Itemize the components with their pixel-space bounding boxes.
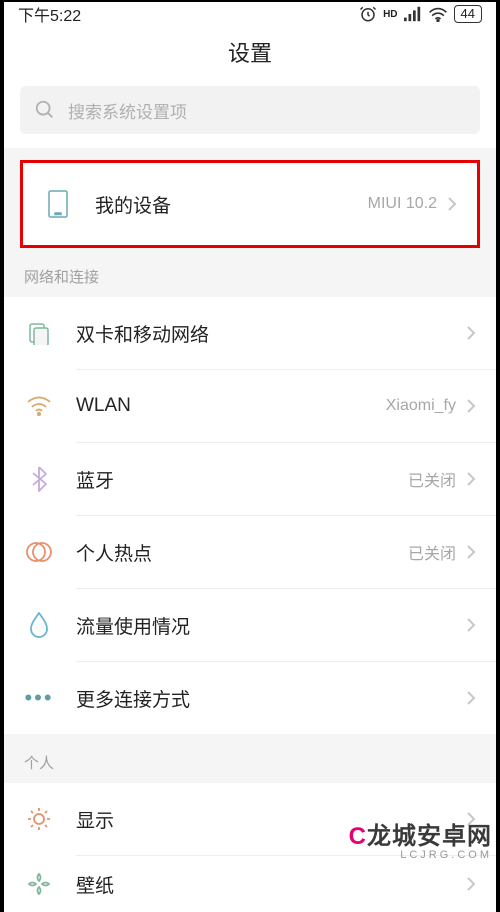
my-device-row[interactable]: 我的设备 MIUI 10.2 — [23, 163, 477, 245]
battery-indicator: 44 — [454, 5, 482, 23]
more-icon: ••• — [24, 683, 54, 713]
search-input[interactable]: 搜索系统设置项 — [20, 86, 480, 134]
status-icons: HD 44 — [359, 5, 482, 23]
chevron-right-icon — [466, 398, 476, 414]
drop-icon — [24, 610, 54, 640]
signal-hd-icon: HD — [383, 9, 397, 20]
chevron-right-icon — [466, 617, 476, 633]
my-device-value: MIUI 10.2 — [368, 195, 437, 213]
sim-icon — [24, 318, 54, 348]
bluetooth-row[interactable]: 蓝牙 已关闭 — [4, 443, 496, 515]
chevron-right-icon — [466, 325, 476, 341]
wallpaper-row[interactable]: 壁纸 — [4, 856, 496, 912]
alarm-icon — [359, 5, 377, 23]
wifi-icon — [24, 391, 54, 421]
hotspot-icon — [24, 537, 54, 567]
flower-icon — [24, 869, 54, 899]
search-placeholder: 搜索系统设置项 — [68, 98, 187, 123]
chevron-right-icon — [466, 690, 476, 706]
hotspot-row[interactable]: 个人热点 已关闭 — [4, 516, 496, 588]
search-icon — [34, 99, 56, 121]
personal-section-header: 个人 — [4, 734, 496, 783]
status-time: 下午5:22 — [18, 2, 81, 26]
display-label: 显示 — [76, 806, 466, 833]
chevron-right-icon — [466, 544, 476, 560]
more-connections-row[interactable]: ••• 更多连接方式 — [4, 662, 496, 734]
wlan-row[interactable]: WLAN Xiaomi_fy — [4, 370, 496, 442]
my-device-label: 我的设备 — [95, 191, 368, 218]
bluetooth-icon — [24, 464, 54, 494]
data-usage-label: 流量使用情况 — [76, 612, 466, 639]
chevron-right-icon — [447, 196, 457, 212]
status-bar: 下午5:22 HD 44 — [4, 2, 496, 26]
display-row[interactable]: 显示 — [4, 783, 496, 855]
wlan-value: Xiaomi_fy — [386, 397, 456, 415]
chevron-right-icon — [466, 471, 476, 487]
data-usage-row[interactable]: 流量使用情况 — [4, 589, 496, 661]
page-header: 设置 — [4, 26, 496, 86]
network-section-header: 网络和连接 — [4, 248, 496, 297]
bluetooth-value: 已关闭 — [408, 467, 456, 491]
chevron-right-icon — [466, 811, 476, 827]
dual-sim-label: 双卡和移动网络 — [76, 320, 466, 347]
phone-icon — [43, 189, 73, 219]
signal-icon — [404, 6, 422, 22]
page-title: 设置 — [4, 36, 496, 68]
brightness-icon — [24, 804, 54, 834]
hotspot-label: 个人热点 — [76, 539, 408, 566]
wifi-icon — [428, 6, 448, 22]
wlan-label: WLAN — [76, 395, 386, 417]
my-device-highlight: 我的设备 MIUI 10.2 — [20, 160, 480, 248]
hotspot-value: 已关闭 — [408, 540, 456, 564]
bluetooth-label: 蓝牙 — [76, 466, 408, 493]
chevron-right-icon — [466, 876, 476, 892]
wallpaper-label: 壁纸 — [76, 871, 466, 898]
dual-sim-row[interactable]: 双卡和移动网络 — [4, 297, 496, 369]
more-connections-label: 更多连接方式 — [76, 685, 466, 712]
